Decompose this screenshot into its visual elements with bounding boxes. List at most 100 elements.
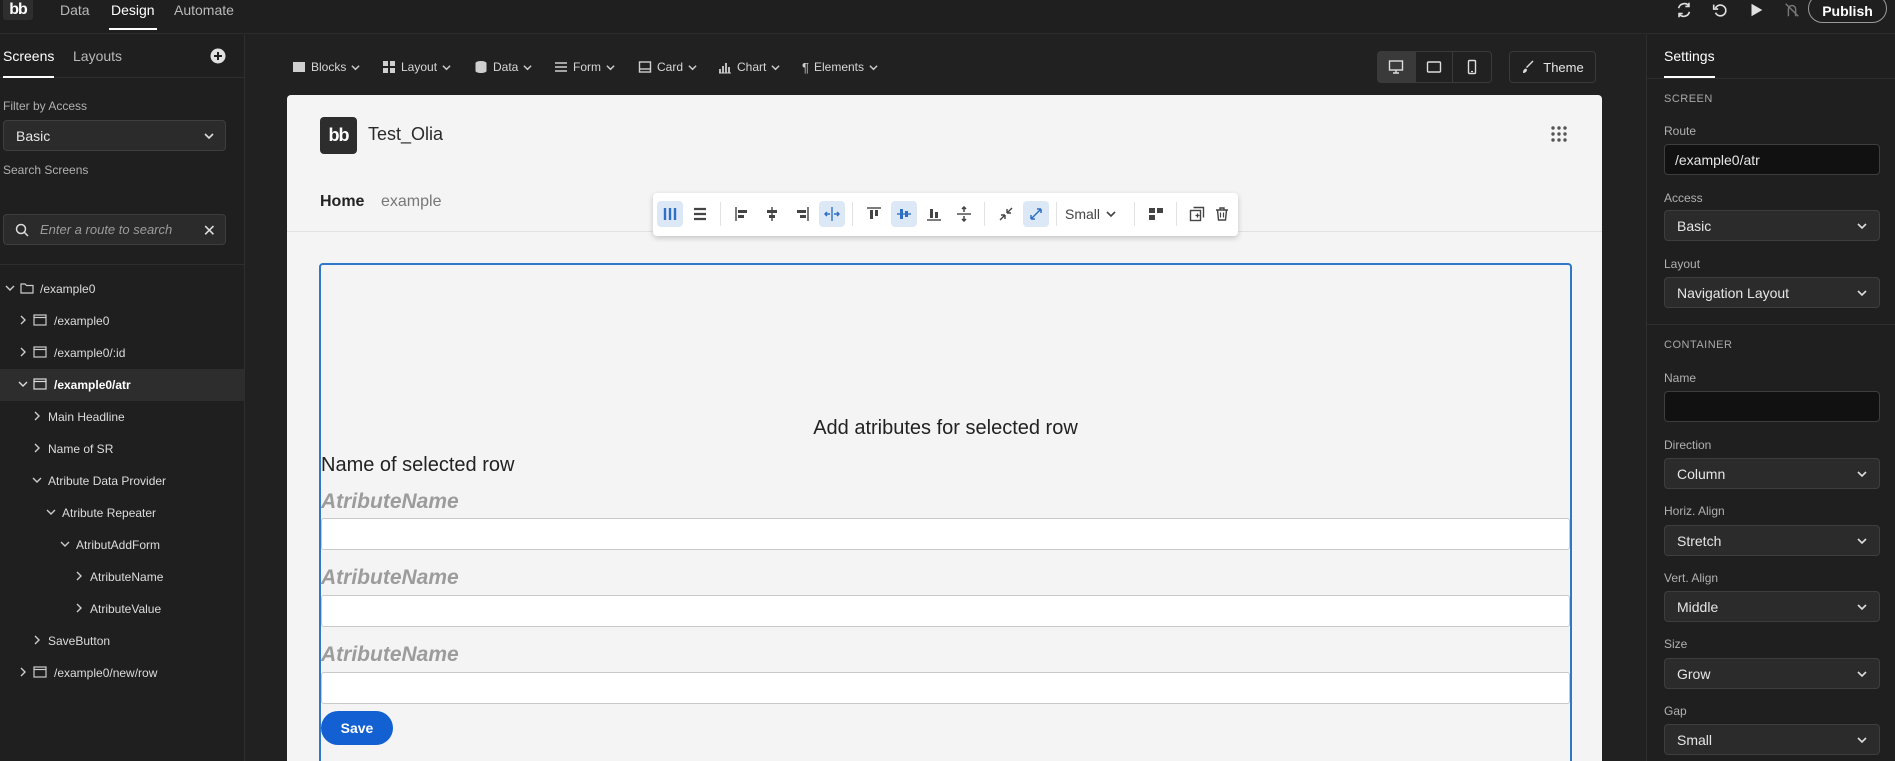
- direction-select[interactable]: Column: [1664, 458, 1880, 489]
- atribute-value-input[interactable]: [321, 595, 1570, 627]
- tree-item-component[interactable]: Atribute Repeater: [0, 497, 244, 529]
- selected-container[interactable]: Add atributes for selected row Name of s…: [319, 263, 1572, 761]
- align-right-button[interactable]: [789, 201, 815, 227]
- direction-column-button[interactable]: [657, 201, 683, 227]
- filter-access-select[interactable]: Basic: [3, 120, 226, 151]
- search-screens-input[interactable]: [40, 215, 200, 244]
- tab-layouts[interactable]: Layouts: [73, 48, 122, 64]
- tree-item-screen[interactable]: /example0: [0, 305, 244, 337]
- chevron-down-icon[interactable]: [60, 539, 70, 549]
- route-input[interactable]: /example0/atr: [1664, 144, 1880, 175]
- clear-search-icon[interactable]: ✕: [203, 221, 216, 241]
- app-logo[interactable]: bb: [320, 117, 357, 154]
- gap-label: Gap: [1664, 704, 1687, 718]
- desktop-preview-button[interactable]: [1378, 52, 1416, 82]
- tree-item-component[interactable]: AtributeName: [0, 561, 244, 593]
- horiz-align-value: Stretch: [1677, 532, 1722, 549]
- chevron-down-icon[interactable]: [18, 379, 28, 389]
- chevron-right-icon[interactable]: [18, 315, 28, 325]
- chevron-down-icon: [688, 64, 697, 70]
- tablet-preview-button[interactable]: [1416, 52, 1454, 82]
- chevron-right-icon[interactable]: [18, 347, 28, 357]
- align-stretch-button[interactable]: [819, 201, 845, 227]
- chevron-right-icon[interactable]: [18, 667, 28, 677]
- screen-icon: [33, 378, 47, 390]
- delete-button[interactable]: [1209, 201, 1235, 227]
- tree-item-component[interactable]: Atribute Data Provider: [0, 465, 244, 497]
- tab-screens[interactable]: Screens: [3, 48, 55, 78]
- vert-align-select[interactable]: Middle: [1664, 591, 1880, 622]
- duplicate-button[interactable]: [1184, 201, 1210, 227]
- tree-item-screen-selected[interactable]: /example0/atr: [0, 369, 244, 401]
- atribute-value-input[interactable]: [321, 518, 1570, 550]
- chevron-down-icon[interactable]: [32, 475, 42, 485]
- valign-stretch-button[interactable]: [951, 201, 977, 227]
- theme-button[interactable]: Theme: [1509, 51, 1596, 83]
- grow-button[interactable]: [1023, 201, 1049, 227]
- align-center-button[interactable]: [759, 201, 785, 227]
- tab-automate[interactable]: Automate: [174, 2, 234, 18]
- tree-item-component[interactable]: AtributeValue: [0, 593, 244, 625]
- tab-design[interactable]: Design: [109, 2, 157, 30]
- gap-select[interactable]: Small: [1664, 724, 1880, 755]
- chevron-down-icon: [1857, 671, 1867, 678]
- tree-item-component[interactable]: Main Headline: [0, 401, 244, 433]
- chevron-down-icon[interactable]: [46, 507, 56, 517]
- toolbar-elements[interactable]: ¶ Elements: [802, 58, 878, 76]
- chevron-down-icon[interactable]: [5, 283, 15, 293]
- align-left-button[interactable]: [729, 201, 755, 227]
- add-screen-icon[interactable]: [210, 48, 226, 64]
- save-button[interactable]: Save: [321, 711, 393, 745]
- toolbar-data[interactable]: Data: [474, 58, 532, 76]
- tree-item-label: Atribute Repeater: [62, 506, 157, 520]
- tab-data[interactable]: Data: [60, 2, 90, 18]
- valign-middle-button[interactable]: [891, 201, 917, 227]
- preview-play-icon[interactable]: [1747, 1, 1765, 19]
- tree-item-component[interactable]: Name of SR: [0, 433, 244, 465]
- tree-item-component[interactable]: AtributAddForm: [0, 529, 244, 561]
- toolbar-layout[interactable]: Layout: [382, 58, 451, 76]
- tree-item-screen[interactable]: /example0/new/row: [0, 657, 244, 689]
- toolbar-blocks[interactable]: Blocks: [292, 58, 360, 76]
- chevron-right-icon[interactable]: [74, 603, 84, 613]
- search-screens-box: ✕: [3, 214, 226, 245]
- chevron-right-icon[interactable]: [32, 443, 42, 453]
- refresh-icon[interactable]: [1675, 1, 1693, 19]
- valign-bottom-button[interactable]: [921, 201, 947, 227]
- direction-row-button[interactable]: [687, 201, 713, 227]
- tree-item-component[interactable]: SaveButton: [0, 625, 244, 657]
- budibase-logo[interactable]: bb: [3, 0, 33, 20]
- toolbar-card[interactable]: Card: [638, 58, 697, 76]
- nav-link-home[interactable]: Home: [320, 193, 364, 211]
- tree-item-label: Main Headline: [48, 410, 125, 424]
- publish-button[interactable]: Publish: [1808, 0, 1887, 23]
- tree-item-folder-example0[interactable]: /example0: [0, 273, 244, 305]
- access-select[interactable]: Basic: [1664, 210, 1880, 241]
- align-bottom-icon: [927, 209, 941, 221]
- chevron-right-icon[interactable]: [74, 571, 84, 581]
- revert-icon[interactable]: [1711, 1, 1729, 19]
- unpublish-icon[interactable]: [1783, 1, 1801, 19]
- shrink-button[interactable]: [993, 201, 1019, 227]
- name-input[interactable]: [1664, 391, 1880, 422]
- chevron-right-icon[interactable]: [32, 411, 42, 421]
- chevron-right-icon[interactable]: [32, 635, 42, 645]
- size-select[interactable]: Grow: [1664, 658, 1880, 689]
- tree-item-screen[interactable]: /example0/:id: [0, 337, 244, 369]
- name-label: Name: [1664, 371, 1697, 385]
- wrap-button[interactable]: [1143, 201, 1169, 227]
- app-grid-icon[interactable]: [1550, 125, 1568, 143]
- nav-link-example[interactable]: example: [381, 193, 441, 211]
- gap-size-select[interactable]: Small: [1065, 206, 1117, 222]
- toolbar-chart[interactable]: Chart: [718, 58, 780, 76]
- horiz-align-select[interactable]: Stretch: [1664, 525, 1880, 556]
- layout-select[interactable]: Navigation Layout: [1664, 277, 1880, 308]
- tab-settings[interactable]: Settings: [1664, 48, 1715, 78]
- mobile-preview-button[interactable]: [1453, 52, 1491, 82]
- screen-icon: [33, 666, 47, 678]
- toolbar-form[interactable]: Form: [554, 58, 615, 76]
- tablet-icon: [1426, 61, 1442, 73]
- atribute-name-label: AtributeName: [321, 643, 459, 666]
- valign-top-button[interactable]: [861, 201, 887, 227]
- atribute-value-input[interactable]: [321, 672, 1570, 704]
